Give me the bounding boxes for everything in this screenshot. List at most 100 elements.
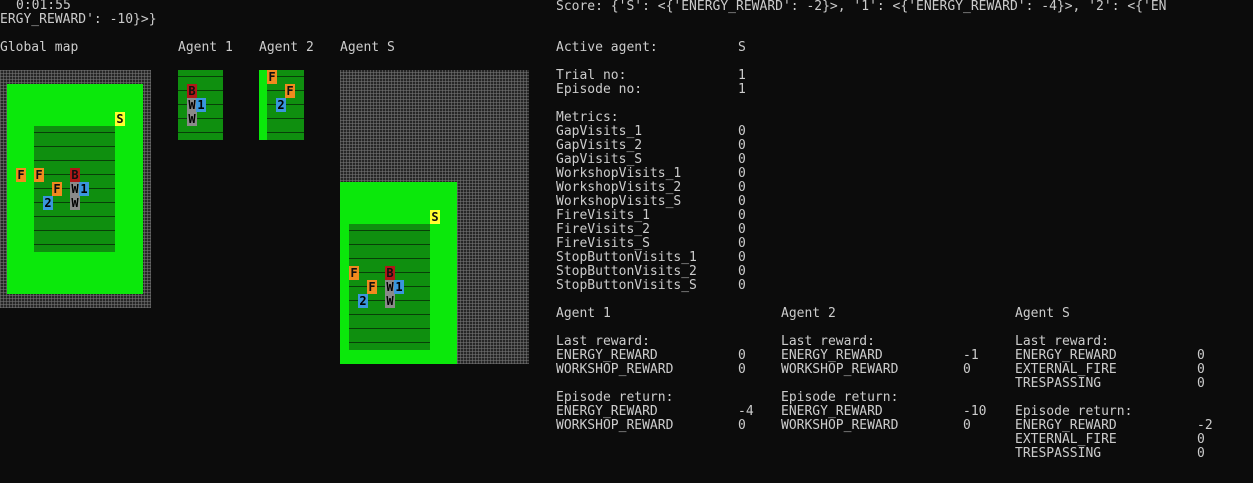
agent-2-tile: 2: [276, 98, 286, 112]
last-reward-row: ENERGY_REWARD 0: [1015, 349, 1205, 363]
score-line: Score: {'S': <{'ENERGY_REWARD': -2}>, '1…: [556, 0, 1167, 14]
metric-value: 0: [738, 138, 746, 153]
reward-label: WORKSHOP_REWARD: [556, 418, 674, 433]
reward-value: 0: [1197, 362, 1205, 377]
workshop-tile: W: [187, 112, 197, 126]
metric-label: StopButtonVisits_S: [556, 278, 697, 293]
fire-tile: F: [267, 70, 277, 84]
fire-tile: F: [16, 168, 26, 182]
stop-button-tile: S: [430, 210, 440, 224]
active-agent-row: Active agent: S: [556, 41, 746, 55]
metric-label: WorkshopVisits_1: [556, 166, 682, 181]
agent-2-tile: 2: [43, 196, 53, 210]
reward-value: 0: [1197, 376, 1205, 391]
metric-label: StopButtonVisits_1: [556, 250, 697, 265]
episode-return-row: ENERGY_REWARD -10: [781, 405, 986, 419]
button-tile: B: [385, 266, 395, 280]
metric-label: GapVisits_2: [556, 138, 643, 153]
metric-value: 0: [738, 194, 746, 209]
metric-row: GapVisits_1 0: [556, 125, 746, 139]
reward-label: ENERGY_REWARD: [781, 404, 883, 419]
last-reward-title: Last reward:: [556, 334, 650, 349]
agent-s-view: S F B F W 1 2 W: [340, 70, 529, 364]
last-reward-row: ENERGY_REWARD 0: [556, 349, 746, 363]
last-reward-title: Last reward:: [1015, 334, 1109, 349]
episode-label: Episode no:: [556, 82, 643, 97]
reward-value: 0: [963, 418, 971, 433]
trial-label: Trial no:: [556, 68, 627, 83]
agent-2-tile: 2: [358, 294, 368, 308]
episode-return-row: ENERGY_REWARD -2: [1015, 419, 1213, 433]
workshop-tile: W: [385, 294, 395, 308]
agent-1-tile: 1: [196, 98, 206, 112]
active-agent-value: S: [738, 40, 746, 55]
metric-row: WorkshopVisits_2 0: [556, 181, 746, 195]
agent-1-tile: 1: [394, 280, 404, 294]
reward-value: 0: [738, 362, 746, 377]
episode-return-title: Episode return:: [1015, 404, 1133, 419]
metric-value: 0: [738, 208, 746, 223]
reward-label: WORKSHOP_REWARD: [556, 362, 674, 377]
agent-1-title: Agent 1: [178, 40, 233, 55]
reward-value: -1: [963, 348, 979, 363]
reward-label: WORKSHOP_REWARD: [781, 362, 899, 377]
episode-return-row: WORKSHOP_REWARD 0: [556, 419, 746, 433]
metric-row: StopButtonVisits_S 0: [556, 279, 746, 293]
metric-label: GapVisits_S: [556, 152, 643, 167]
reward-value: -4: [738, 404, 754, 419]
button-tile: B: [187, 84, 197, 98]
reward-label: ENERGY_REWARD: [556, 404, 658, 419]
metric-value: 0: [738, 250, 746, 265]
last-reward-row: EXTERNAL_FIRE 0: [1015, 363, 1205, 377]
reward-label: ENERGY_REWARD: [1015, 348, 1117, 363]
reward-agent-title: Agent 1: [556, 306, 611, 321]
reward-label: ENERGY_REWARD: [781, 348, 883, 363]
metric-value: 0: [738, 124, 746, 139]
agent-s-title: Agent S: [340, 40, 395, 55]
stop-button-tile: S: [115, 112, 125, 126]
episode-return-row: EXTERNAL_FIRE 0: [1015, 433, 1205, 447]
metric-value: 0: [738, 236, 746, 251]
metric-row: GapVisits_2 0: [556, 139, 746, 153]
metric-value: 0: [738, 222, 746, 237]
active-agent-label: Active agent:: [556, 40, 658, 55]
metric-value: 0: [738, 278, 746, 293]
reward-value: 0: [963, 362, 971, 377]
agent-2-title: Agent 2: [259, 40, 314, 55]
last-reward-row: WORKSHOP_REWARD 0: [556, 363, 746, 377]
global-map: S F F B F W 1 2 W: [0, 70, 151, 308]
agent-1-view: B W 1 W: [178, 70, 223, 140]
episode-row: Episode no: 1: [556, 83, 746, 97]
reward-label: TRESPASSING: [1015, 446, 1102, 461]
episode-value: 1: [738, 82, 746, 97]
reward-value: 0: [1197, 348, 1205, 363]
episode-return-title: Episode return:: [781, 390, 899, 405]
reward-label: ENERGY_REWARD: [556, 348, 658, 363]
reward-label: TRESPASSING: [1015, 376, 1102, 391]
metric-label: GapVisits_1: [556, 124, 643, 139]
metric-row: FireVisits_S 0: [556, 237, 746, 251]
trial-value: 1: [738, 68, 746, 83]
reward-agent-title: Agent 2: [781, 306, 836, 321]
reward-value: 0: [1197, 446, 1205, 461]
metric-label: FireVisits_S: [556, 236, 650, 251]
button-tile: B: [70, 168, 80, 182]
metric-row: FireVisits_1 0: [556, 209, 746, 223]
agent-2-view: F F 2: [259, 70, 304, 140]
last-reward-row: ENERGY_REWARD -1: [781, 349, 979, 363]
agent-1-tile: 1: [79, 182, 89, 196]
metrics-title: Metrics:: [556, 110, 619, 125]
global-map-title: Global map: [0, 40, 79, 55]
episode-return-row: WORKSHOP_REWARD 0: [781, 419, 971, 433]
metric-value: 0: [738, 152, 746, 167]
workshop-tile: W: [70, 196, 80, 210]
metric-label: WorkshopVisits_S: [556, 194, 682, 209]
reward-label: EXTERNAL_FIRE: [1015, 362, 1117, 377]
metric-label: StopButtonVisits_2: [556, 264, 697, 279]
fire-tile: F: [34, 168, 44, 182]
fire-tile: F: [285, 84, 295, 98]
reward-label: ENERGY_REWARD: [1015, 418, 1117, 433]
metric-label: FireVisits_1: [556, 208, 650, 223]
episode-return-title: Episode return:: [556, 390, 674, 405]
score-overflow-text: ERGY_REWARD': -10}>}: [0, 12, 157, 27]
